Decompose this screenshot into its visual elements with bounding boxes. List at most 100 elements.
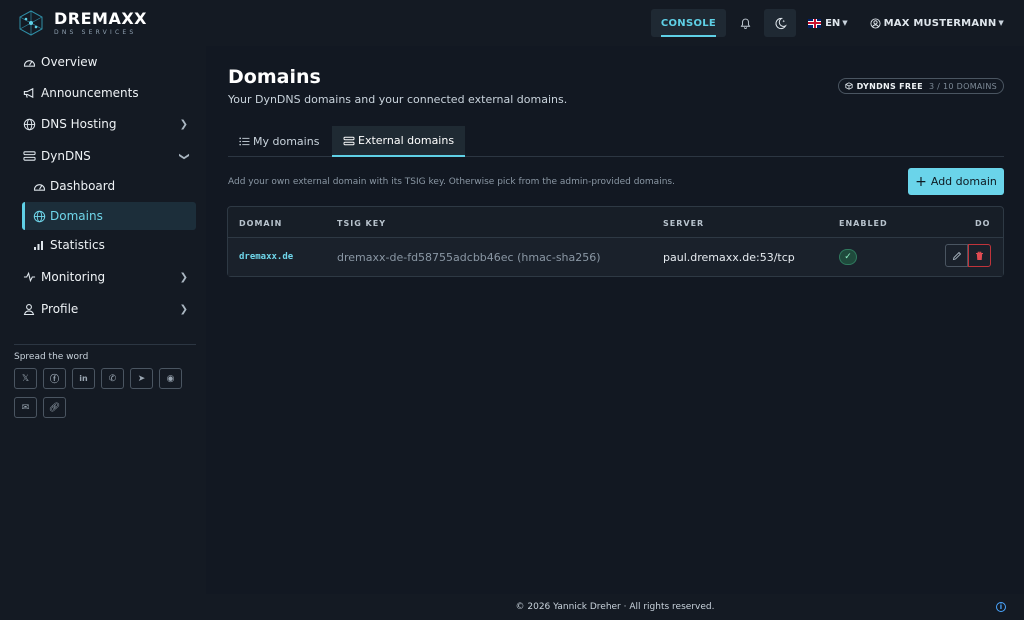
- language-code: EN: [825, 17, 841, 29]
- sidebar-item-dyndns[interactable]: DynDNS ❯: [14, 144, 196, 168]
- sidebar-subitem-label: Domains: [50, 209, 103, 223]
- bar-chart-icon: [32, 238, 46, 252]
- gauge-icon: [22, 55, 36, 69]
- bell-icon: [740, 18, 750, 29]
- plan-name: DYNDNS FREE: [856, 81, 923, 91]
- sidebar-item-overview[interactable]: Overview: [14, 50, 196, 74]
- domain-tabs: My domains External domains: [228, 126, 1004, 157]
- edit-domain-button[interactable]: [945, 244, 968, 267]
- telegram-icon: ➤: [137, 373, 146, 384]
- share-facebook-button[interactable]: ⓕ: [43, 368, 66, 389]
- footer: © 2026 Yannick Dreher · All rights reser…: [206, 594, 1024, 620]
- trash-icon: [976, 251, 983, 260]
- box-icon: [845, 82, 853, 90]
- console-button[interactable]: CONSOLE: [650, 9, 727, 37]
- caret-down-icon: ▼: [842, 19, 848, 27]
- x-icon: 𝕏: [21, 373, 30, 384]
- sidebar-item-dns-hosting[interactable]: DNS Hosting ❯: [14, 112, 196, 136]
- footer-copyright: © 2026 Yannick Dreher · All rights reser…: [515, 602, 715, 612]
- link-icon: 🔗︎: [48, 402, 61, 413]
- reddit-icon: ◉: [166, 373, 175, 384]
- theme-toggle-button[interactable]: [764, 9, 797, 37]
- share-whatsapp-button[interactable]: ✆: [101, 368, 124, 389]
- tab-external-domains[interactable]: External domains: [332, 126, 466, 157]
- person-icon: [22, 302, 36, 316]
- spread-the-word-label: Spread the word: [14, 352, 89, 362]
- user-name: MAX MUSTERMANN: [883, 17, 997, 29]
- sliders-icon: [22, 149, 36, 163]
- domain-link[interactable]: dremaxx.de: [239, 252, 293, 262]
- sidebar-divider: [14, 344, 196, 345]
- chevron-right-icon: ❯: [179, 271, 188, 283]
- globe-icon: [22, 117, 36, 131]
- moon-stars-icon: [775, 17, 787, 29]
- top-bar: DREMAXX DNS SERVICES CONSOLE EN ▼ MAX MU…: [0, 0, 1024, 46]
- tab-my-domains[interactable]: My domains: [228, 126, 330, 157]
- user-menu[interactable]: MAX MUSTERMANN ▼: [870, 18, 1004, 29]
- chevron-right-icon: ❯: [179, 118, 188, 130]
- share-x-button[interactable]: 𝕏: [14, 368, 37, 389]
- info-icon[interactable]: i: [996, 602, 1006, 612]
- network-logo-icon: [19, 10, 43, 36]
- sidebar-item-announcements[interactable]: Announcements: [14, 81, 196, 105]
- sidebar-item-label: DynDNS: [41, 149, 91, 163]
- add-domain-label: Add domain: [930, 175, 997, 188]
- enabled-check-icon[interactable]: ✓: [839, 249, 857, 265]
- plan-badge: DYNDNS FREE 3 / 10 DOMAINS: [837, 78, 1004, 94]
- copy-link-button[interactable]: 🔗︎: [43, 397, 66, 418]
- tab-label: My domains: [253, 135, 320, 148]
- sidebar-item-label: Overview: [41, 55, 98, 69]
- brand-name: DREMAXX: [54, 8, 148, 28]
- column-header-actions: DO: [975, 219, 991, 228]
- chevron-right-icon: ❯: [179, 303, 188, 315]
- column-header-server: SERVER: [663, 219, 705, 228]
- caret-down-icon: ▼: [998, 19, 1004, 27]
- sidebar-subitem-label: Dashboard: [50, 179, 116, 193]
- share-telegram-button[interactable]: ➤: [130, 368, 153, 389]
- uk-flag-icon: [808, 18, 822, 28]
- globe-icon: [32, 209, 46, 223]
- external-domains-table: DOMAIN TSIG KEY SERVER ENABLED DO dremax…: [227, 206, 1004, 277]
- add-domain-button[interactable]: + Add domain: [908, 168, 1004, 195]
- sidebar-item-label: Monitoring: [41, 270, 106, 284]
- sidebar-item-label: DNS Hosting: [41, 117, 117, 131]
- column-header-enabled: ENABLED: [839, 219, 888, 228]
- list-icon: [239, 137, 250, 146]
- sidebar-subitem-label: Statistics: [50, 238, 105, 252]
- language-selector[interactable]: EN ▼: [808, 18, 848, 29]
- linkedin-icon: in: [79, 374, 88, 383]
- brand-subtitle: DNS SERVICES: [54, 28, 137, 36]
- share-mail-button[interactable]: ✉: [14, 397, 37, 418]
- external-domains-hint: Add your own external domain with its TS…: [228, 177, 675, 187]
- sidebar-subitem-domains[interactable]: Domains: [22, 202, 196, 230]
- gauge-icon: [32, 179, 46, 193]
- share-linkedin-button[interactable]: in: [72, 368, 95, 389]
- tsig-key-value: dremaxx-de-fd58755adcbb46ec (hmac-sha256…: [337, 251, 601, 264]
- whatsapp-icon: ✆: [108, 373, 117, 384]
- sidebar-item-profile[interactable]: Profile ❯: [14, 297, 196, 321]
- sidebar-subitem-dashboard[interactable]: Dashboard: [22, 172, 196, 200]
- delete-domain-button[interactable]: [968, 244, 991, 267]
- activity-icon: [22, 270, 36, 284]
- column-header-tsig-key: TSIG KEY: [337, 219, 387, 228]
- table-row: dremaxx.de dremaxx-de-fd58755adcbb46ec (…: [228, 238, 1003, 276]
- tab-label: External domains: [358, 134, 455, 147]
- brand-logo-link[interactable]: DREMAXX DNS SERVICES: [18, 10, 147, 36]
- mail-icon: ✉: [21, 402, 30, 413]
- page-title: Domains: [228, 66, 321, 88]
- sidebar: Overview Announcements DNS Hosting ❯ Dyn…: [0, 46, 206, 620]
- share-reddit-button[interactable]: ◉: [159, 368, 182, 389]
- main-content: Domains Your DynDNS domains and your con…: [206, 46, 1024, 594]
- sidebar-item-label: Announcements: [41, 86, 139, 100]
- sidebar-subitem-statistics[interactable]: Statistics: [22, 231, 196, 259]
- server-value: paul.dremaxx.de:53/tcp: [663, 251, 795, 264]
- plan-usage: 3 / 10 DOMAINS: [928, 81, 997, 91]
- page-subtitle: Your DynDNS domains and your connected e…: [228, 93, 568, 106]
- plus-icon: +: [915, 173, 927, 190]
- notifications-button[interactable]: [730, 9, 760, 37]
- pencil-icon: [952, 251, 961, 260]
- chevron-down-icon: ❯: [178, 151, 190, 161]
- sidebar-item-monitoring[interactable]: Monitoring ❯: [14, 265, 196, 289]
- megaphone-icon: [22, 86, 36, 100]
- sidebar-item-label: Profile: [41, 302, 79, 316]
